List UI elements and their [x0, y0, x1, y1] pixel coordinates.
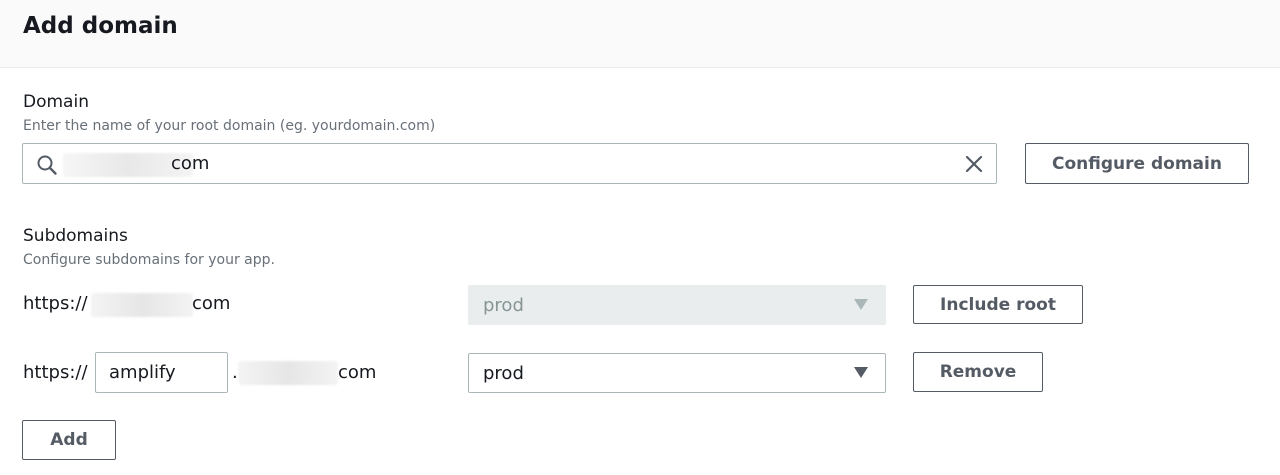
caret-down-icon — [854, 367, 868, 378]
subdomain-dot: . — [232, 362, 238, 383]
branch-select[interactable]: prod — [468, 353, 886, 393]
caret-down-icon — [854, 299, 868, 310]
branch-select-disabled: prod — [468, 285, 886, 325]
page-header: Add domain — [0, 0, 1280, 68]
domain-label: Domain — [23, 92, 89, 112]
close-icon[interactable] — [964, 154, 984, 174]
configure-domain-button[interactable]: Configure domain — [1025, 143, 1249, 184]
subdomain-suffix: com — [192, 293, 231, 314]
page-title: Add domain — [23, 13, 178, 39]
branch-select-value: prod — [483, 294, 524, 316]
redacted-domain-name — [238, 361, 338, 385]
domain-search-input[interactable]: com — [22, 143, 997, 184]
domain-input-value: com — [171, 153, 210, 174]
subdomains-label: Subdomains — [23, 226, 128, 246]
subdomain-suffix: com — [338, 362, 377, 383]
domain-description: Enter the name of your root domain (eg. … — [23, 118, 436, 134]
subdomain-input[interactable] — [95, 352, 228, 393]
subdomains-description: Configure subdomains for your app. — [23, 252, 275, 268]
branch-select-value: prod — [483, 362, 524, 384]
redacted-domain-name — [91, 293, 193, 317]
remove-button[interactable]: Remove — [913, 352, 1043, 392]
subdomain-prefix: https:// — [23, 293, 88, 314]
subdomain-prefix: https:// — [23, 362, 88, 383]
add-subdomain-button[interactable]: Add — [22, 420, 116, 460]
search-icon — [37, 155, 57, 175]
include-root-button[interactable]: Include root — [913, 285, 1083, 324]
